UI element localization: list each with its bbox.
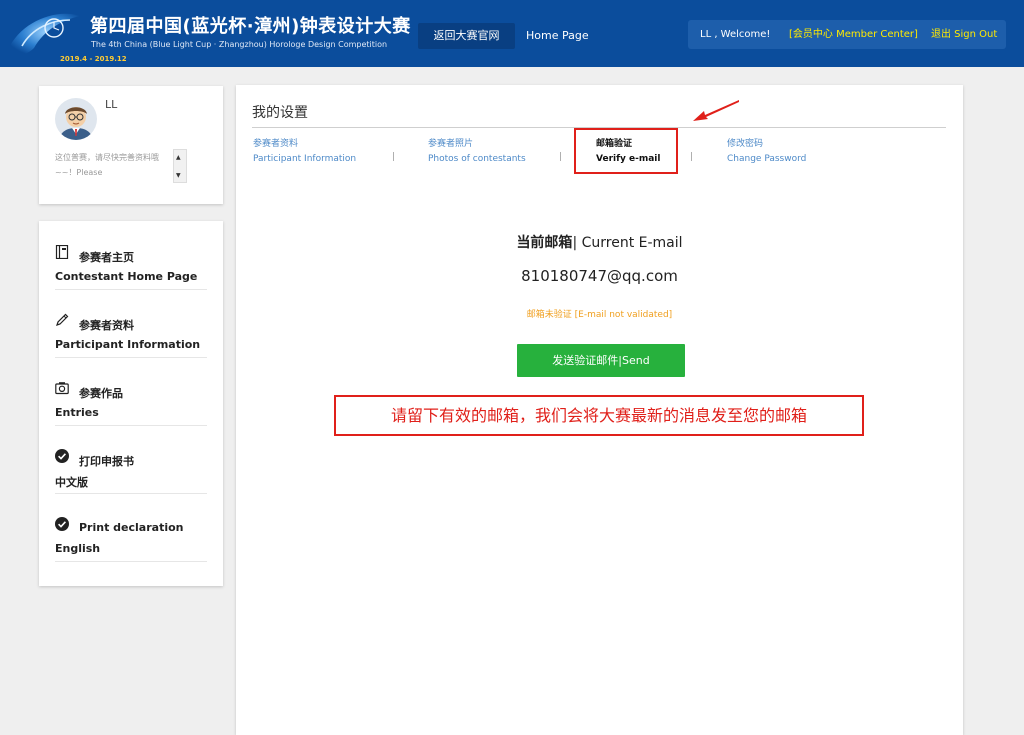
competition-logo-icon [8,13,80,56]
sidebar-item-print-application-cn[interactable]: 打印申报书 中文版 [55,425,207,494]
tab-label-en: Photos of contestants [428,154,526,164]
profile-card: LL 这位普赛，请尽快完善资料哦~~！Please ▲ ▼ [39,86,223,204]
header-bar: 第四届中国(蓝光杯·漳州)钟表设计大赛 The 4th China (Blue … [0,0,1024,67]
tab-participant-information[interactable]: 参赛者资料 Participant Information [253,137,356,167]
tab-separator: | [559,152,563,162]
tab-label-cn: 参赛者资料 [253,139,299,149]
tab-label-en: Participant Information [253,154,357,164]
sidebar-item-label: 参赛作品 [79,387,123,400]
sidebar-item-label-en: English [55,542,101,555]
sidebar-item-label: 参赛者资料 [79,319,134,332]
tab-change-password[interactable]: 修改密码 Change Password [727,137,806,167]
welcome-text: LL , Welcome! [700,29,771,40]
active-tab-highlight-box [574,128,678,174]
sidebar-item-label: 参赛者主页 [79,251,134,264]
current-email-value: 810180747@qq.com [521,267,678,285]
sign-out-link[interactable]: 退出 Sign Out [931,20,997,49]
pencil-icon [56,313,69,326]
member-center-link[interactable]: [会员中心 Member Center] [789,20,918,49]
competition-title-cn: 第四届中国(蓝光杯·漳州)钟表设计大赛 [90,16,411,37]
sidebar-item-contestant-home[interactable]: 参赛者主页 Contestant Home Page [55,221,207,290]
tab-photos[interactable]: 参赛者照片 Photos of contestants [428,137,526,167]
back-to-official-site-link[interactable]: 返回大赛官网 [418,23,515,49]
notice-box: 请留下有效的邮箱，我们会将大赛最新的消息发至您的邮箱 [334,395,864,436]
sidebar-item-label-en: Participant Information [55,338,201,351]
profile-description: 这位普赛，请尽快完善资料哦~~！Please [55,153,159,177]
avatar [55,98,97,140]
sidebar-item-participant-information[interactable]: 参赛者资料 Participant Information [55,289,207,358]
sidebar-item-label: 打印申报书 [79,455,134,468]
email-label-separator: | [572,235,578,251]
check-circle-icon [55,449,69,463]
book-icon [55,245,69,259]
home-page-link[interactable]: Home Page [526,23,589,49]
settings-panel: 我的设置 参赛者资料 Participant Information | 参赛者… [236,85,963,735]
email-status-text: 邮箱未验证 [E-mail not validated] [526,310,673,320]
tab-separator: | [690,152,694,162]
tab-separator: | [392,152,396,162]
annotation-arrow-icon [693,100,739,121]
profile-name: LL [105,98,118,111]
sidebar-item-label: Print declaration [79,521,184,534]
page-title: 我的设置 [252,105,308,121]
user-bar: LL , Welcome! [会员中心 Member Center] 退出 Si… [688,20,1006,49]
scroll-down-icon[interactable]: ▼ [176,172,181,180]
tab-label-cn: 修改密码 [727,139,764,149]
sidebar-item-label-en: Contestant Home Page [55,270,198,283]
competition-title-en: The 4th China (Blue Light Cup · Zhangzho… [91,40,388,49]
tab-label-cn: 参赛者照片 [428,139,474,149]
sidebar-menu: 参赛者主页 Contestant Home Page 参赛者资料 Partici… [39,221,223,586]
sidebar-item-label-en: Entries [55,406,99,419]
sidebar-item-label-en: 中文版 [55,476,88,489]
description-scrollbar[interactable]: ▲ ▼ [173,149,187,183]
sidebar-item-print-declaration-en[interactable]: Print declaration English [55,493,207,562]
check-circle-icon [55,517,69,531]
camera-icon [55,382,69,395]
avatar-icon [55,98,97,140]
scroll-up-icon[interactable]: ▲ [176,154,181,162]
sidebar-item-entries[interactable]: 参赛作品 Entries [55,357,207,426]
send-verification-email-button[interactable]: 发送验证邮件|Send [517,344,685,377]
email-label-cn: 当前邮箱 [516,235,573,251]
tab-label-en: Change Password [727,154,807,164]
current-email-label: 当前邮箱| Current E-mail [236,232,963,252]
email-label-en: Current E-mail [581,235,683,251]
competition-date: 2019.4 - 2019.12 [60,55,127,63]
